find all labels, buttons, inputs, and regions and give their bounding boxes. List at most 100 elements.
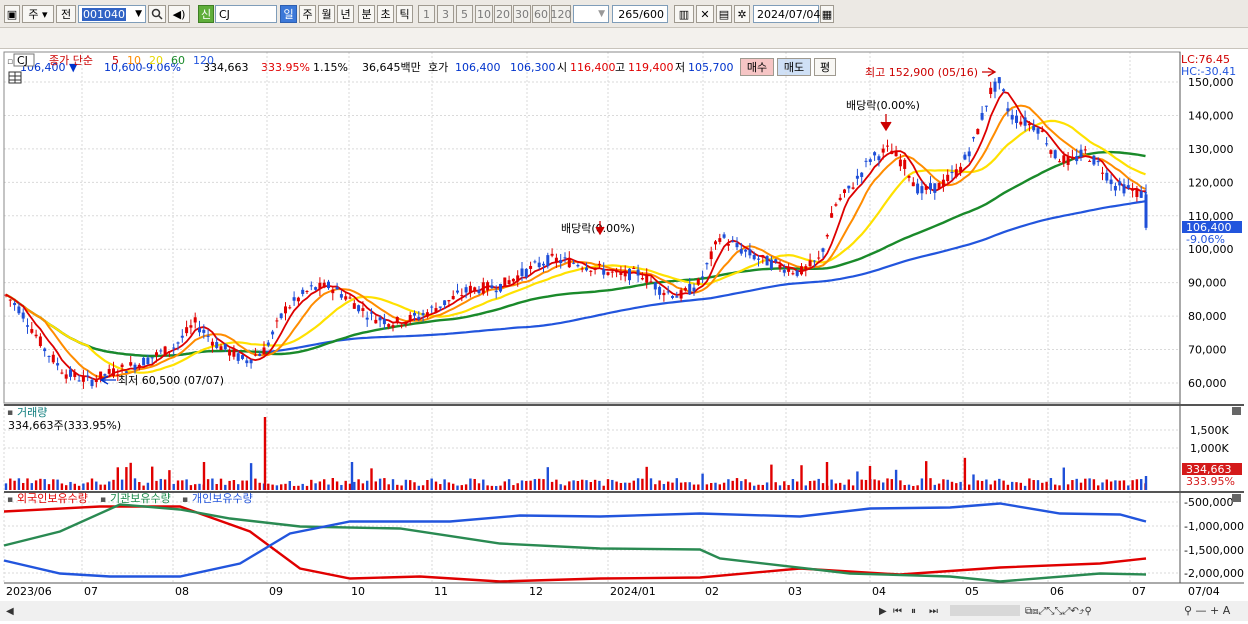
volume-bar — [589, 482, 592, 490]
panel-handle-icon[interactable]: ▪ — [7, 408, 13, 418]
volume-bar — [912, 485, 915, 490]
tab-minute[interactable]: 분 — [358, 5, 375, 23]
lock-icon[interactable]: ▤ — [716, 5, 732, 23]
candle-body — [1049, 150, 1053, 154]
tab-tick[interactable]: 틱 — [396, 5, 413, 23]
scroll-right-icon[interactable]: ▶ — [879, 606, 887, 617]
close-icon[interactable] — [1232, 494, 1241, 502]
quote-bar: 106,400 ▼ 10,600 -9.06% 334,663 333.95% … — [0, 28, 1248, 76]
stock-name-input[interactable]: CJ — [215, 5, 277, 23]
tab-week[interactable]: 주 — [299, 5, 316, 23]
tab-month[interactable]: 월 — [318, 5, 335, 23]
volume-bar — [985, 479, 988, 490]
prev-button[interactable]: 전 — [56, 5, 76, 23]
window-icon[interactable]: ▣ — [4, 5, 20, 23]
candle-body — [172, 347, 176, 349]
panel-handle-icon[interactable]: ▪ — [182, 495, 188, 505]
code-value: 001040 — [82, 7, 126, 21]
volume-bar — [989, 484, 992, 490]
candle-body — [13, 302, 17, 306]
candle-body — [309, 285, 313, 287]
volume-spike — [202, 462, 206, 490]
volume-bar — [882, 482, 885, 490]
stock-chart[interactable]: 150,000140,000130,000120,000110,000100,0… — [0, 50, 1248, 621]
volume-bar — [542, 479, 545, 490]
candle-body — [1109, 179, 1113, 185]
period-type-dropdown[interactable]: 주 ▾ — [22, 5, 54, 23]
candle-body — [830, 213, 834, 218]
y-tick-label: 1,500K — [1190, 424, 1229, 437]
scroll-left-icon[interactable]: ◀ — [6, 606, 14, 617]
candle-body — [262, 347, 266, 355]
zoom-in-icon[interactable]: ⚲ — + A — [1184, 604, 1231, 617]
code-input[interactable]: 001040 ▼ — [78, 5, 146, 23]
candle-body — [834, 204, 838, 206]
candle-body — [507, 280, 511, 285]
volume-bar — [1092, 479, 1096, 490]
min-option-3[interactable]: 3 — [437, 5, 454, 23]
volume-bar — [499, 485, 502, 490]
candle-body — [610, 271, 614, 273]
count-input[interactable]: 265/600 — [612, 5, 668, 23]
search-icon[interactable] — [148, 5, 166, 23]
min-option-5[interactable]: 5 — [456, 5, 473, 23]
minute-custom-dropdown[interactable]: ▼ — [573, 5, 609, 23]
volume-bar — [357, 479, 360, 490]
credit-badge[interactable]: 신 — [198, 5, 214, 23]
panel-handle-icon[interactable]: ▫ — [7, 57, 13, 67]
candle-body — [688, 284, 692, 295]
panel-handle-icon[interactable]: ▪ — [7, 495, 13, 505]
date-input[interactable]: 2024/07/04 — [753, 5, 820, 23]
close-icon[interactable] — [1232, 407, 1241, 415]
min-option-60[interactable]: 60 — [532, 5, 550, 23]
scroll-first-icon[interactable]: ⏮ — [893, 606, 902, 617]
crosshair-icon[interactable]: ✕ — [696, 5, 714, 23]
volume-bar — [138, 482, 141, 490]
volume-bar — [593, 479, 597, 490]
chevron-down-icon[interactable]: ▼ — [135, 9, 142, 19]
tab-second[interactable]: 초 — [377, 5, 394, 23]
candle-body — [580, 268, 584, 270]
tab-year[interactable]: 년 — [337, 5, 354, 23]
volume-bar — [374, 481, 377, 490]
chevron-down-icon[interactable]: ▼ — [598, 9, 605, 19]
volume-bar — [340, 484, 343, 490]
volume-bar — [335, 481, 339, 490]
min-option-10[interactable]: 10 — [475, 5, 493, 23]
candle-body — [81, 375, 85, 382]
candle-body — [26, 325, 29, 327]
zoom-tools-icon[interactable]: ⧉⧈⤢⤡⤡⤢↶⤴⚲ — [1025, 606, 1092, 617]
legend-item: 종가 단순 — [49, 54, 93, 67]
bars-icon[interactable]: ▥ — [674, 5, 694, 23]
tab-day[interactable]: 일 — [280, 5, 297, 23]
calendar-icon[interactable]: ▦ — [820, 5, 834, 23]
min-option-1[interactable]: 1 — [418, 5, 435, 23]
volume-bar — [383, 478, 386, 490]
candle-body — [653, 282, 657, 290]
min-option-30[interactable]: 30 — [513, 5, 531, 23]
candle-body — [142, 357, 146, 366]
candle-body — [1144, 194, 1148, 228]
volume-bar — [533, 479, 537, 490]
candle-body — [585, 267, 588, 271]
speaker-icon[interactable]: ◀) — [168, 5, 190, 23]
candle-body — [499, 283, 502, 292]
chart-area[interactable]: 150,000 140,000 130,000 120,000 110,000 100,0… — [0, 50, 1248, 621]
min-option-120[interactable]: 120 — [551, 5, 572, 23]
candle-body — [408, 315, 412, 321]
scroll-thumb[interactable] — [950, 605, 1020, 616]
candle-body — [318, 282, 322, 290]
candle-body — [400, 325, 404, 327]
min-option-20[interactable]: 20 — [494, 5, 512, 23]
volume-bar — [585, 480, 588, 490]
volume-bar — [770, 464, 773, 490]
scroll-last-icon[interactable]: ⏭ — [929, 606, 938, 617]
scroll-next-icon[interactable]: ⏸ — [911, 606, 916, 617]
panel-handle-icon[interactable]: ▪ — [100, 495, 106, 505]
candle-body — [920, 186, 924, 194]
candle-body — [421, 313, 425, 316]
volume-bar — [636, 478, 640, 490]
candle-body — [873, 152, 877, 156]
gear-icon[interactable]: ✲ — [734, 5, 750, 23]
volume-bar — [224, 484, 227, 490]
